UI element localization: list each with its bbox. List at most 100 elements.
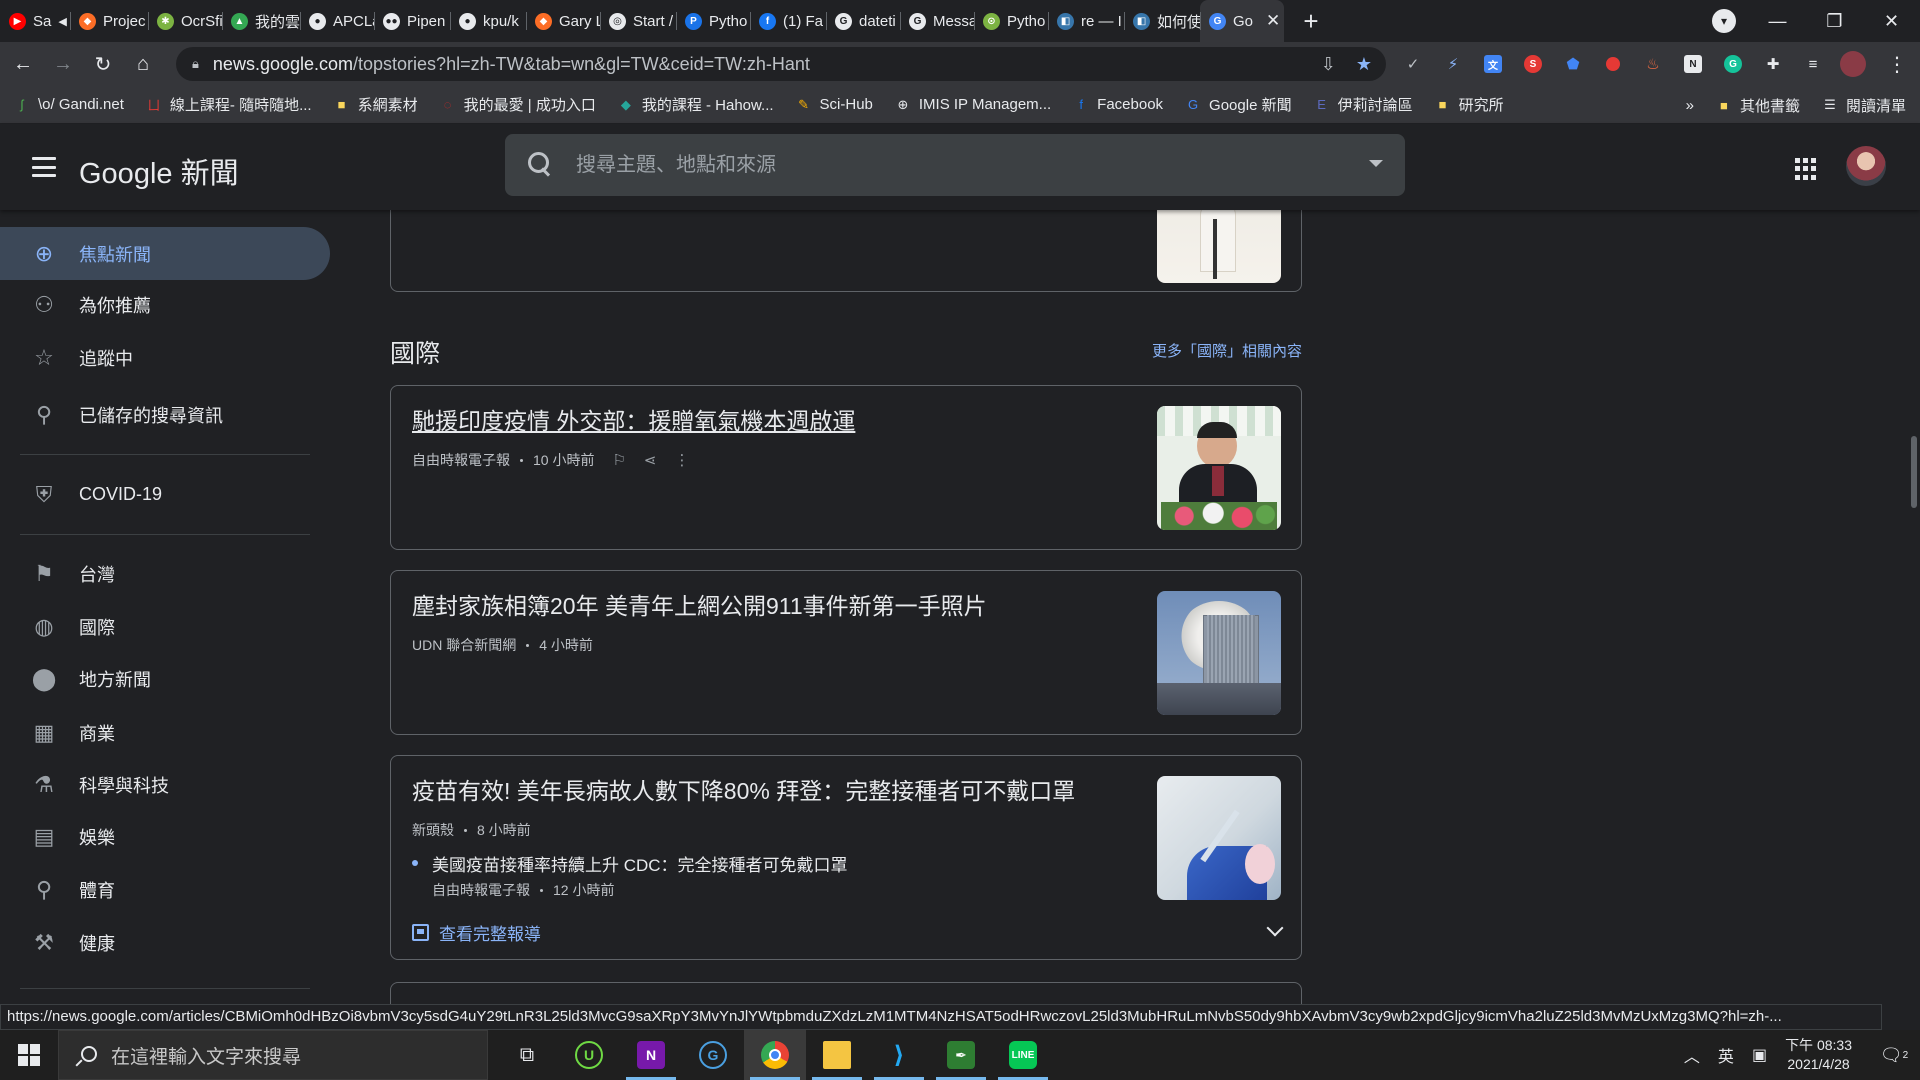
sidebar-item-3[interactable]: ⚲ 已儲存的搜尋資訊 (0, 388, 330, 441)
vscode-icon[interactable]: ⟩ (868, 1030, 930, 1080)
bookmarks-overflow-button[interactable]: » (1686, 97, 1694, 114)
tab-7[interactable]: ◆ Gary L (526, 0, 600, 42)
sidebar-item-5[interactable]: ⚑ 台灣 (0, 547, 330, 600)
sidebar-item-6[interactable]: ◍ 國際 (0, 600, 330, 653)
previous-story-card[interactable] (390, 210, 1302, 292)
full-coverage-link[interactable]: 查看完整報導 (412, 920, 541, 945)
bookmark-item[interactable]: ✎ Sci-Hub (796, 96, 873, 113)
story-headline[interactable]: 疫苗有效! 美年長病故人數下降80% 拜登：完整接種者可不戴口罩 (412, 776, 1075, 806)
onenote-icon[interactable]: N (620, 1030, 682, 1080)
sidebar-item-10[interactable]: ▤ 娛樂 (0, 810, 330, 863)
bookmark-star-icon[interactable]: ★ (1356, 54, 1372, 75)
bookmark-item[interactable]: f Facebook (1073, 96, 1163, 113)
shape-extension-icon[interactable]: ⬟ (1558, 49, 1588, 79)
clock[interactable]: 下午 08:33 2021/4/28 (1785, 1036, 1852, 1074)
restore-button[interactable]: ❐ (1806, 0, 1863, 42)
translate-extension-icon[interactable]: 文 (1478, 49, 1508, 79)
bookmark-icon[interactable]: ⚐ (612, 451, 625, 469)
home-button[interactable]: ⌂ (126, 47, 160, 81)
red-dot-extension-icon[interactable] (1598, 49, 1628, 79)
puzzle-extensions-icon[interactable]: ✚ (1758, 49, 1788, 79)
tab-11[interactable]: Gdateti (826, 0, 900, 42)
minimize-button[interactable]: — (1749, 0, 1806, 42)
tab-1[interactable]: ◆ Projec (70, 0, 148, 42)
chrome-menu-icon[interactable]: ⋮ (1882, 47, 1912, 81)
bookmark-item[interactable]: ㄩ線上課程- 隨時隨地... (146, 94, 311, 115)
new-tab-button[interactable]: + (1292, 0, 1330, 42)
tab-12[interactable]: G Messa (900, 0, 974, 42)
main-menu-icon[interactable] (30, 153, 58, 181)
app-feather-icon[interactable]: ✒ (930, 1030, 992, 1080)
story-thumbnail[interactable] (1157, 210, 1281, 283)
grammarly-icon[interactable]: G (682, 1030, 744, 1080)
bookmark-item[interactable]: G Google 新聞 (1185, 94, 1292, 115)
search-icon[interactable] (526, 150, 556, 180)
bookmark-item[interactable]: ⊕ IMIS IP Managem... (895, 96, 1051, 113)
bookmark-item[interactable]: ■ 研究所 (1435, 94, 1504, 115)
sidebar-item-4[interactable]: ⛨ COVID-19 (0, 468, 330, 521)
story-headline[interactable]: 塵封家族相簿20年 美青年上網公開911事件新第一手照片 (412, 591, 987, 621)
profile-avatar[interactable] (1838, 49, 1868, 79)
sidebar-item-7[interactable]: ⬤ 地方新聞 (0, 652, 330, 705)
bookmark-item[interactable]: ◌ 我的最愛 | 成功入口 (440, 94, 596, 115)
chrome-icon[interactable] (744, 1030, 806, 1080)
taskbar-search-box[interactable]: 在這裡輸入文字來搜尋 (58, 1030, 488, 1080)
tab-audio-icon[interactable]: ◀ (58, 15, 66, 28)
task-view-icon[interactable]: ⧉ (496, 1030, 558, 1080)
google-apps-icon[interactable] (1795, 158, 1817, 180)
forward-button[interactable]: → (46, 47, 80, 81)
tab-15[interactable]: ◧ 如何使 (1124, 0, 1200, 42)
lock-icon[interactable]: 🔒︎ (192, 56, 199, 72)
sidebar-item-2[interactable]: ☆ 追蹤中 (0, 331, 330, 384)
bookmark-item[interactable]: ◆ 我的課程 - Hahow... (618, 94, 774, 115)
tab-9[interactable]: P Pytho (676, 0, 750, 42)
account-avatar[interactable] (1846, 146, 1886, 186)
tab-0[interactable]: ▶ Sa ◀ (0, 0, 70, 42)
back-button[interactable]: ← (6, 47, 40, 81)
sidebar-item-9[interactable]: ⚗ 科學與科技 (0, 758, 330, 811)
section-title[interactable]: 國際 (390, 334, 440, 370)
ime-mode-icon[interactable]: ▣ (1752, 1045, 1767, 1065)
other-bookmarks[interactable]: ■ 其他書籤 (1716, 95, 1800, 116)
reload-button[interactable]: ↻ (86, 47, 120, 81)
notion-extension-icon[interactable]: N (1678, 49, 1708, 79)
address-bar[interactable]: 🔒︎ news.google.com/topstories?hl=zh-TW&t… (176, 47, 1386, 81)
bookmark-item[interactable]: ʃ \o/ Gandi.net (14, 96, 124, 113)
upwork-icon[interactable]: U (558, 1030, 620, 1080)
tab-3[interactable]: ▲ 我的雲 (222, 0, 300, 42)
page-scrollbar[interactable] (1908, 210, 1920, 1020)
sidebar-item-11[interactable]: ⚲ 體育 (0, 863, 330, 916)
tab-8[interactable]: ◎ Start / (600, 0, 676, 42)
tab-4[interactable]: ● APCLa (300, 0, 374, 42)
tab-14[interactable]: ◧ re — I (1048, 0, 1124, 42)
s-extension-icon[interactable]: S (1518, 49, 1548, 79)
share-icon[interactable]: ⋖ (644, 451, 657, 469)
close-window-button[interactable]: ✕ (1863, 0, 1920, 42)
reading-list[interactable]: ☰ 閱讀清單 (1822, 95, 1906, 116)
sidebar-item-8[interactable]: ▦ 商業 (0, 706, 330, 759)
install-app-icon[interactable]: ⇩ (1321, 54, 1336, 75)
story-source[interactable]: 自由時報電子報 (412, 450, 510, 470)
story-source[interactable]: 新頭殼 (412, 820, 454, 840)
line-icon[interactable]: LINE (992, 1030, 1054, 1080)
story-headline[interactable]: 馳援印度疫情 外交部：援贈氧氣機本週啟運 (412, 406, 855, 436)
story-thumbnail[interactable] (1157, 406, 1281, 530)
sidebar-item-0[interactable]: ⊕ 焦點新聞 (0, 227, 330, 280)
tray-chevron-icon[interactable]: ︿ (1684, 1043, 1700, 1067)
related-source[interactable]: 自由時報電子報 (432, 880, 530, 900)
tab-16[interactable]: G Go ✕ (1200, 0, 1284, 42)
google-news-logo[interactable]: Google 新聞 (79, 150, 239, 192)
story-thumbnail[interactable] (1157, 776, 1281, 900)
tab-5[interactable]: ●● Pipen (374, 0, 450, 42)
search-input[interactable] (576, 153, 1336, 177)
bookmark-item[interactable]: ■ 系網素材 (334, 94, 418, 115)
related-headline[interactable]: 美國疫苗接種率持續上升 CDC：完全接種者可免戴口罩 (432, 851, 848, 876)
expand-chevron-icon[interactable] (1266, 919, 1284, 937)
fire-extension-icon[interactable]: ♨ (1638, 49, 1668, 79)
lightning-extension-icon[interactable]: ⚡︎ (1438, 49, 1468, 79)
sidebar-item-12[interactable]: ⚒ 健康 (0, 916, 330, 969)
file-explorer-icon[interactable] (806, 1030, 868, 1080)
grammarly-extension-icon[interactable]: G (1718, 49, 1748, 79)
close-tab-icon[interactable]: ✕ (1266, 11, 1280, 31)
story-source[interactable]: UDN 聯合新聞網 (412, 635, 516, 655)
